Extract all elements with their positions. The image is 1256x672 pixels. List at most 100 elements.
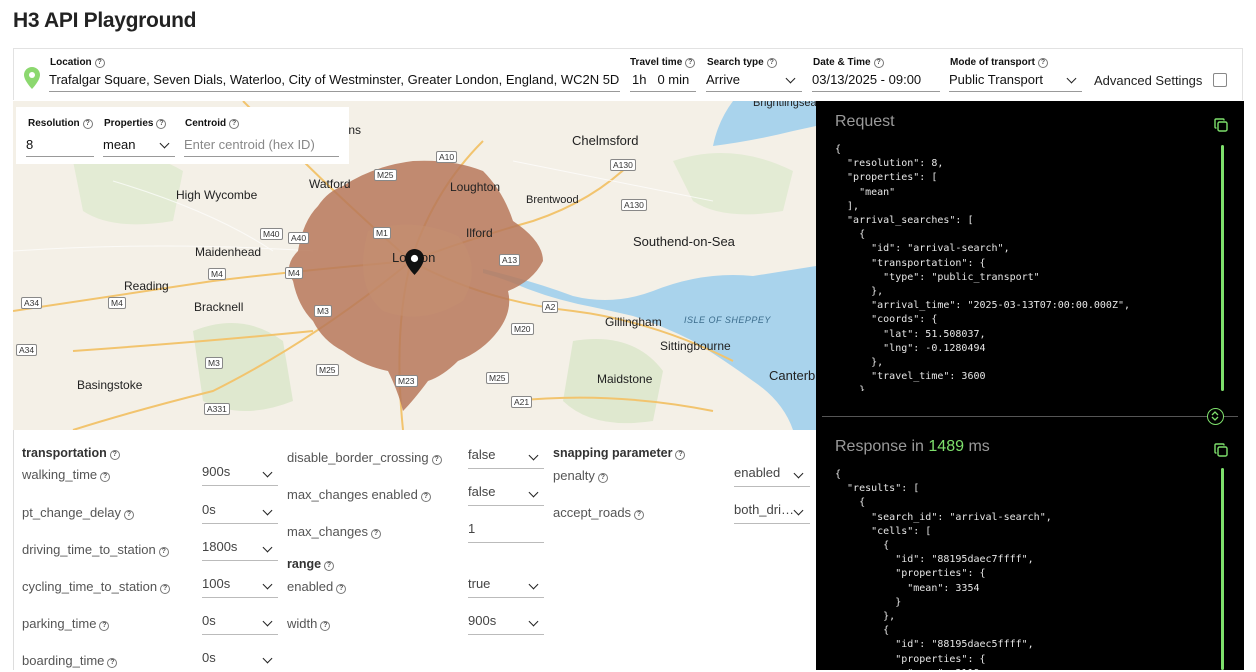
- penalty-label: penalty?: [553, 468, 608, 483]
- walking-time-value: 900s: [202, 464, 231, 479]
- snapping-heading: snapping parameter?: [553, 446, 686, 460]
- help-icon[interactable]: ?: [420, 492, 431, 502]
- help-icon[interactable]: ?: [324, 561, 335, 571]
- api-panel: Request { "resolution": 8, "properties":…: [816, 101, 1244, 670]
- copy-icon[interactable]: [1214, 118, 1228, 132]
- help-icon[interactable]: ?: [94, 58, 105, 68]
- help-icon[interactable]: ?: [766, 58, 777, 68]
- location-input[interactable]: Trafalgar Square, Seven Dials, Waterloo,…: [49, 69, 620, 92]
- parking-time-value: 0s: [202, 613, 216, 628]
- map-label: Chelmsford: [572, 133, 639, 148]
- travel-time-input[interactable]: 1h 0 min: [630, 69, 696, 92]
- help-icon[interactable]: ?: [634, 510, 645, 520]
- datetime-input[interactable]: 03/13/2025 - 09:00: [812, 69, 940, 92]
- map-marker-icon[interactable]: [405, 249, 424, 275]
- help-icon[interactable]: ?: [99, 621, 110, 631]
- max-changes-input[interactable]: 1: [468, 521, 544, 543]
- properties-value: mean: [103, 137, 136, 152]
- road-label: M20: [511, 323, 534, 335]
- map-label: Reading: [124, 279, 169, 293]
- driving-time-label: driving_time_to_station?: [22, 542, 169, 557]
- pt-change-delay-label: pt_change_delay?: [22, 505, 135, 520]
- help-icon[interactable]: ?: [320, 621, 331, 631]
- transport-value: Public Transport: [949, 72, 1043, 87]
- help-icon[interactable]: ?: [156, 119, 167, 129]
- map-label: Loughton: [450, 180, 501, 194]
- location-pin-icon: [24, 67, 40, 89]
- centroid-input[interactable]: Enter centroid (hex ID): [184, 134, 339, 157]
- parking-time-label: parking_time?: [22, 616, 110, 631]
- max-changes-enabled-label: max_changes enabled?: [287, 487, 431, 502]
- map-label: Southend-on-Sea: [633, 234, 735, 249]
- response-time-value: 1489: [928, 438, 964, 455]
- help-icon[interactable]: ?: [107, 658, 118, 668]
- range-heading: range?: [287, 557, 335, 571]
- range-width-label: width?: [287, 616, 331, 631]
- request-code[interactable]: { "resolution": 8, "properties": [ "mean…: [835, 143, 1130, 391]
- max-changes-enabled-value: false: [468, 484, 496, 499]
- help-icon[interactable]: ?: [336, 584, 347, 594]
- map-label: Bracknell: [194, 300, 244, 314]
- advanced-settings-checkbox[interactable]: [1213, 73, 1227, 87]
- help-icon[interactable]: ?: [431, 455, 442, 465]
- map-label: Sittingbourne: [660, 339, 731, 353]
- advanced-settings-label: Advanced Settings: [1094, 73, 1203, 88]
- help-icon[interactable]: ?: [160, 584, 171, 594]
- help-icon[interactable]: ?: [1038, 58, 1048, 68]
- transport-select[interactable]: Public Transport: [949, 69, 1082, 92]
- help-icon[interactable]: ?: [597, 473, 608, 483]
- walking-time-label: walking_time?: [22, 467, 111, 482]
- travel-time-label: Travel time?: [630, 57, 696, 68]
- road-label: A2: [542, 301, 559, 313]
- help-icon[interactable]: ?: [370, 529, 381, 539]
- response-code[interactable]: { "results": [ { "search_id": "arrival-s…: [835, 468, 1052, 670]
- help-icon[interactable]: ?: [100, 472, 111, 482]
- resolution-label: Resolution?: [28, 118, 93, 129]
- disable-border-label: disable_border_crossing?: [287, 450, 442, 465]
- request-title: Request: [835, 113, 895, 130]
- response-scrollbar[interactable]: [1221, 468, 1224, 670]
- road-label: M3: [314, 305, 332, 317]
- response-title: Response in 1489 ms: [835, 438, 990, 455]
- page-title: H3 API Playground: [13, 9, 197, 32]
- road-label: A10: [436, 151, 458, 163]
- help-icon[interactable]: ?: [229, 119, 240, 129]
- location-label: Location?: [50, 57, 105, 68]
- road-label: A331: [204, 403, 230, 415]
- search-type-value: Arrive: [706, 72, 740, 87]
- map-label: High Wycombe: [176, 188, 258, 202]
- road-label: M25: [374, 169, 397, 181]
- road-label: A34: [16, 344, 38, 356]
- help-icon[interactable]: ?: [109, 450, 120, 460]
- disable-border-value: false: [468, 447, 496, 462]
- road-label: A130: [610, 159, 636, 171]
- resolution-input[interactable]: 8: [26, 134, 94, 157]
- road-label: M1: [373, 227, 391, 239]
- road-label: A21: [511, 396, 533, 408]
- map[interactable]: bans Chelmsford Watford Loughton High Wy…: [13, 101, 816, 430]
- map-label: Maidstone: [597, 372, 653, 386]
- search-form: Location? Trafalgar Square, Seven Dials,…: [13, 48, 1243, 100]
- map-label: Maidenhead: [195, 245, 262, 259]
- copy-icon[interactable]: [1214, 443, 1228, 457]
- help-icon[interactable]: ?: [675, 450, 686, 460]
- map-label: Watford: [309, 177, 351, 191]
- help-icon[interactable]: ?: [685, 58, 696, 68]
- help-icon[interactable]: ?: [158, 547, 169, 557]
- road-label: A40: [288, 232, 310, 244]
- advanced-params: transportation? walking_time? 900s pt_ch…: [13, 430, 816, 670]
- cycling-time-label: cycling_time_to_station?: [22, 579, 171, 594]
- road-label: M25: [486, 372, 509, 384]
- help-icon[interactable]: ?: [873, 58, 884, 68]
- transportation-heading: transportation?: [22, 446, 120, 460]
- resize-handle-icon[interactable]: [1207, 408, 1224, 425]
- map-label: Brentwood: [526, 194, 579, 206]
- help-icon[interactable]: ?: [124, 510, 135, 520]
- road-label: M40: [260, 228, 283, 240]
- map-label: Basingstoke: [77, 378, 143, 392]
- boarding-time-label: boarding_time?: [22, 653, 118, 668]
- centroid-label: Centroid?: [185, 118, 240, 129]
- help-icon[interactable]: ?: [82, 119, 93, 129]
- boarding-time-value: 0s: [202, 650, 216, 665]
- request-scrollbar[interactable]: [1221, 145, 1224, 391]
